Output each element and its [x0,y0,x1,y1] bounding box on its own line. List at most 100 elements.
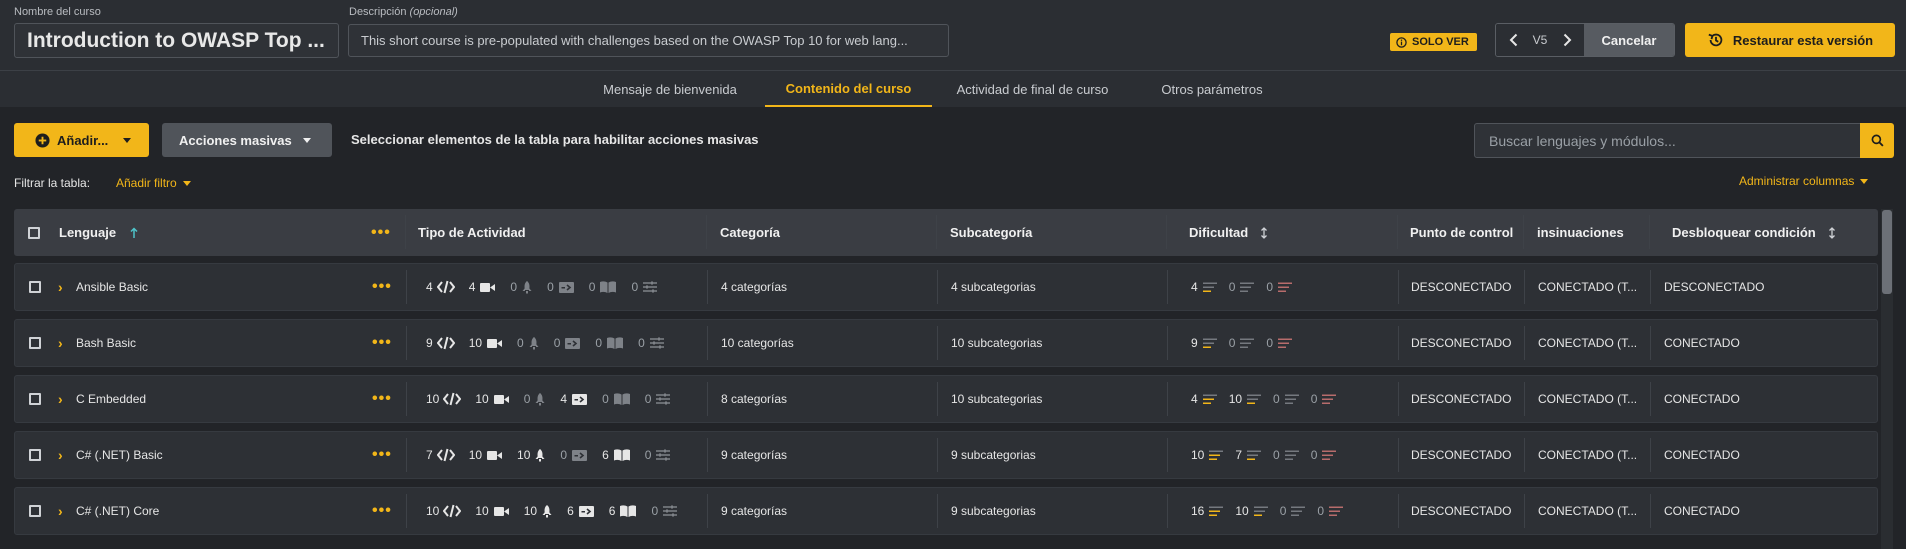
language-name: C# (.NET) Basic [76,448,163,462]
rocket-icon [528,336,540,350]
difficulty-count: 16 [1191,504,1224,519]
bulk-actions-button[interactable]: Acciones masivas [162,123,332,157]
next-version-button[interactable] [1549,24,1584,56]
rocket-icon [534,392,546,406]
activity-count-value: 10 [468,336,483,350]
column-separator [1167,270,1168,304]
expand-row-button[interactable]: › [58,320,63,366]
checkpoint-status: DESCONECTADO [1411,448,1512,462]
column-header-menu-button[interactable]: ••• [371,209,391,256]
course-name-input[interactable]: Introduction to OWASP Top ... [14,23,339,58]
column-separator [406,326,407,360]
book-icon [613,448,631,462]
column-header-unlock-condition[interactable]: Desbloquear condición [1672,209,1836,256]
row-checkbox[interactable] [29,376,41,422]
activity-count-value: 0 [560,448,568,462]
search-input[interactable]: Buscar lenguajes y módulos... [1474,123,1861,158]
difficulty-level-icon [1321,392,1337,407]
row-menu-button[interactable]: ••• [372,376,392,422]
tab-other-parameters[interactable]: Otros parámetros [1147,72,1277,107]
column-header-category[interactable]: Categoría [720,209,780,256]
row-menu-button[interactable]: ••• [372,488,392,534]
book-icon [606,336,624,350]
row-checkbox[interactable] [29,264,41,310]
description-input[interactable]: This short course is pre-populated with … [348,24,949,57]
row-menu-button[interactable]: ••• [372,432,392,478]
table-row[interactable]: › C# (.NET) Core ••• 10 10 10 6 6 0 9 categorías 9… [14,487,1878,535]
difficulty-level-icon [1202,392,1218,407]
difficulty-count-value: 7 [1235,448,1243,462]
checkpoint-status: DESCONECTADO [1411,504,1512,518]
search-button[interactable] [1860,123,1894,158]
row-checkbox[interactable] [29,320,41,366]
previous-version-button[interactable] [1496,24,1531,56]
column-separator [1523,215,1524,249]
column-separator [1167,326,1168,360]
scrollbar-thumb[interactable] [1882,210,1892,294]
difficulty-count: 10 [1235,504,1268,519]
column-header-activity-type[interactable]: Tipo de Actividad [418,209,526,256]
column-header-language[interactable]: Lenguaje [59,209,138,256]
activity-type-counts: 4 4 0 0 0 0 [426,264,672,310]
manage-columns-button[interactable]: Administrar columnas [1739,174,1869,188]
cancel-button[interactable]: Cancelar [1584,24,1674,56]
restore-version-button[interactable]: Restaurar esta versión [1685,23,1895,57]
add-filter-button[interactable]: Añadir filtro [116,176,191,190]
subcategory-count: 10 subcategorias [951,392,1043,406]
difficulty-counts: 16 10 0 0 [1191,488,1355,534]
video-icon [493,393,510,406]
table-row[interactable]: › C Embedded ••• 10 10 0 4 0 0 8 categorías 10 sub… [14,375,1878,423]
column-separator [405,215,406,249]
code-icon [436,336,455,350]
row-menu-button[interactable]: ••• [372,264,392,310]
column-header-hints[interactable]: insinuaciones [1537,209,1624,256]
caret-down-icon [1860,178,1869,184]
difficulty-count-value: 0 [1310,448,1318,462]
book-icon [599,280,617,294]
expand-row-button[interactable]: › [58,488,63,534]
column-separator [1649,215,1650,249]
column-header-checkpoint[interactable]: Punto de control [1410,209,1513,256]
row-checkbox[interactable] [29,488,41,534]
checkbox [29,449,41,461]
difficulty-count-value: 10 [1235,504,1249,518]
view-only-badge: SOLO VER [1390,33,1477,51]
chevron-left-icon [1509,33,1517,47]
tab-course-content[interactable]: Contenido del curso [765,72,932,107]
activity-count: 10 [475,504,509,518]
activity-count-value: 0 [638,336,645,350]
hints-status: CONECTADO (T... [1538,448,1638,462]
tab-end-of-course-activity[interactable]: Actividad de final de curso [945,72,1120,107]
activity-count-value: 0 [595,336,603,350]
activity-count-value: 6 [608,504,616,518]
activity-count: 0 [517,336,540,350]
activity-count: 0 [631,280,658,294]
version-switcher: V5 Cancelar [1495,23,1675,57]
expand-row-button[interactable]: › [58,432,63,478]
table-row[interactable]: › Ansible Basic ••• 4 4 0 0 0 0 4 categorías 4 sub… [14,263,1878,311]
row-menu-button[interactable]: ••• [372,320,392,366]
column-separator [937,326,938,360]
difficulty-count-value: 0 [1310,392,1318,406]
activity-count: 0 [524,392,547,406]
column-header-difficulty[interactable]: Dificultad [1189,209,1268,256]
activity-count-value: 0 [644,448,652,462]
column-header-subcategory[interactable]: Subcategoría [950,209,1032,256]
expand-row-button[interactable]: › [58,376,63,422]
add-button[interactable]: Añadir... [14,123,149,157]
column-separator [1398,270,1399,304]
row-checkbox[interactable] [29,432,41,478]
table-row[interactable]: › Bash Basic ••• 9 10 0 0 0 0 10 categorías 10 sub… [14,319,1878,367]
difficulty-count: 0 [1311,448,1338,463]
difficulty-count: 7 [1235,448,1262,463]
difficulty-count: 0 [1273,448,1300,463]
expand-row-button[interactable]: › [58,264,63,310]
activity-count: 10 [524,504,553,518]
chevron-right-icon: › [58,279,63,295]
tab-welcome-message[interactable]: Mensaje de bienvenida [590,72,750,107]
hints-status: CONECTADO (T... [1538,336,1638,350]
difficulty-count-value: 0 [1317,504,1325,518]
activity-count-value: 10 [426,504,440,518]
table-row[interactable]: › C# (.NET) Basic ••• 7 10 10 0 6 0 9 categorías 9… [14,431,1878,479]
select-all-checkbox[interactable] [28,209,40,256]
